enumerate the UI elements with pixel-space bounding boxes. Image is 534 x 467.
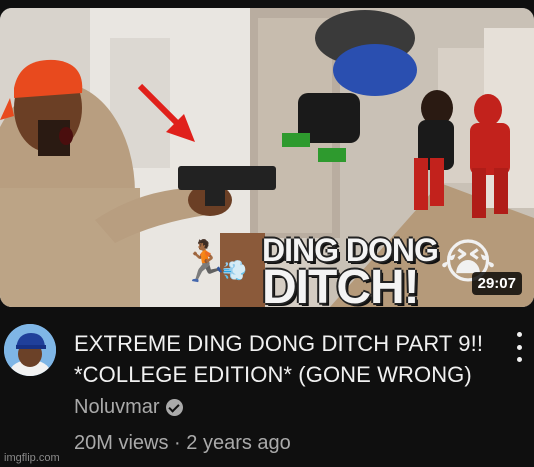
verified-icon: [165, 399, 183, 416]
video-title[interactable]: EXTREME DING DONG DITCH PART 9!! *COLLEG…: [74, 328, 494, 390]
video-stats: 20M views · 2 years ago: [74, 432, 291, 455]
view-count: 20M views: [74, 432, 169, 454]
video-title-line-2: *COLLEGE EDITION* (GONE WRONG): [74, 362, 472, 387]
channel-name: Noluvmar: [74, 396, 160, 418]
avatar-icon: [4, 324, 56, 376]
video-thumbnail[interactable]: 🏃🏾 💨 DING DONG DITCH! 😭 29:07: [0, 8, 534, 307]
more-dot: [516, 344, 522, 350]
thumbnail-overlay-title: DING DONG DITCH!: [262, 234, 452, 307]
more-dot: [516, 357, 522, 362]
channel-name-row[interactable]: Noluvmar: [74, 396, 183, 419]
video-title-line-1: EXTREME DING DONG DITCH PART 9!!: [74, 331, 484, 356]
upload-age: 2 years ago: [186, 432, 291, 454]
overlay-line-2: DITCH!: [262, 261, 420, 308]
duration-badge: 29:07: [471, 272, 522, 295]
channel-avatar[interactable]: [4, 324, 56, 376]
more-dot: [516, 332, 522, 337]
stats-separator: ·: [174, 432, 181, 454]
video-meta: EXTREME DING DONG DITCH PART 9!! *COLLEG…: [0, 320, 534, 467]
dash-emoji: 💨: [222, 260, 247, 282]
watermark: imgflip.com: [4, 452, 60, 464]
more-vert-icon[interactable]: [512, 332, 526, 362]
